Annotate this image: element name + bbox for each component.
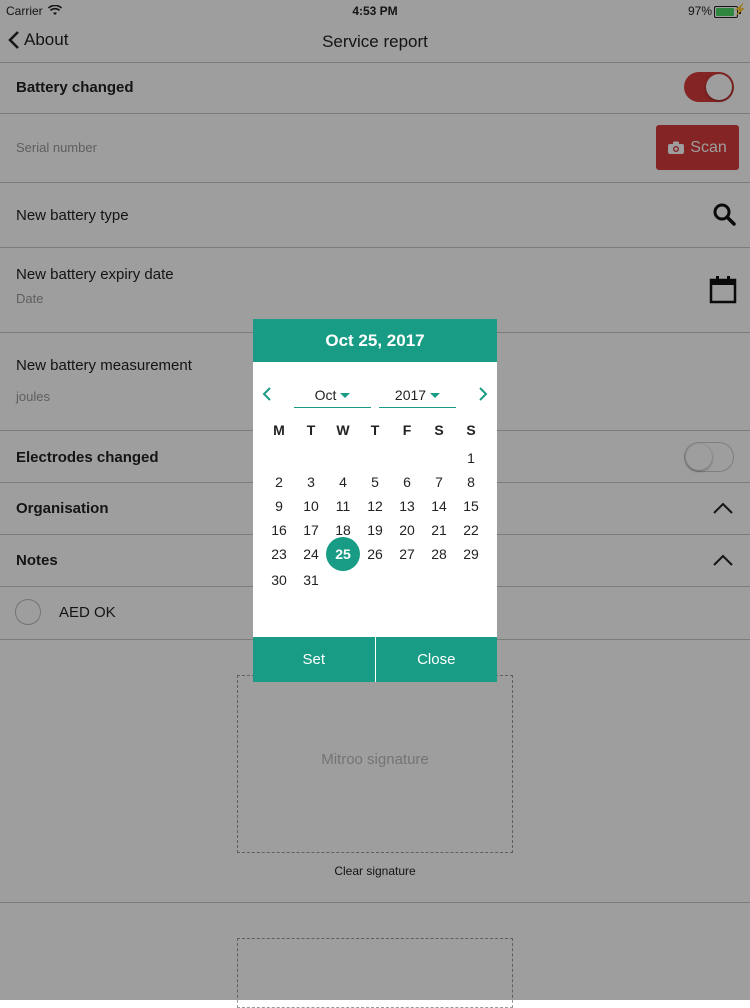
calendar-day[interactable]: 24 [295, 546, 327, 562]
calendar-day[interactable]: 14 [423, 498, 455, 514]
caret-down-icon [430, 392, 441, 398]
calendar-day[interactable]: 1 [455, 450, 487, 466]
set-button[interactable]: Set [253, 637, 375, 682]
weekday-header: W [336, 422, 350, 438]
month-select[interactable]: Oct [294, 383, 371, 408]
calendar-day[interactable]: 15 [455, 498, 487, 514]
calendar-day[interactable]: 4 [327, 474, 359, 490]
weekday-header: T [370, 422, 380, 438]
year-select[interactable]: 2017 [379, 383, 456, 408]
date-picker-dialog: Oct 25, 2017 Oct 2017 M T W T F S S 1 2 3 4 5 6 7 8 9 10… [253, 319, 497, 682]
weekday-header: S [434, 422, 444, 438]
year-value: 2017 [394, 387, 427, 403]
weekday-header: F [402, 422, 412, 438]
calendar-day[interactable]: 20 [391, 522, 423, 538]
calendar-day[interactable]: 9 [263, 498, 295, 514]
calendar-day[interactable]: 17 [295, 522, 327, 538]
weekday-header: T [306, 422, 316, 438]
month-value: Oct [314, 387, 337, 403]
calendar-day[interactable]: 29 [455, 546, 487, 562]
calendar-day[interactable]: 23 [263, 546, 295, 562]
calendar-day[interactable]: 30 [263, 572, 295, 588]
weekday-header: M [273, 422, 285, 438]
weekday-header: S [466, 422, 476, 438]
calendar-day[interactable]: 19 [359, 522, 391, 538]
calendar-day[interactable]: 22 [455, 522, 487, 538]
calendar-day[interactable]: 18 [327, 522, 359, 538]
dialog-button-bar: Set Close [253, 637, 497, 682]
date-picker-header: Oct 25, 2017 [253, 319, 497, 362]
calendar-day[interactable]: 6 [391, 474, 423, 490]
calendar-day[interactable]: 26 [359, 546, 391, 562]
calendar-day[interactable]: 27 [391, 546, 423, 562]
selected-day[interactable]: 25 [327, 546, 359, 562]
calendar-day[interactable]: 5 [359, 474, 391, 490]
calendar-day[interactable]: 16 [263, 522, 295, 538]
calendar-day[interactable]: 13 [391, 498, 423, 514]
calendar-day[interactable]: 8 [455, 474, 487, 490]
chevron-right-icon[interactable] [478, 387, 488, 401]
calendar-day[interactable]: 3 [295, 474, 327, 490]
calendar-day[interactable]: 7 [423, 474, 455, 490]
chevron-left-icon[interactable] [262, 387, 272, 401]
calendar-day[interactable]: 12 [359, 498, 391, 514]
calendar-day[interactable]: 11 [327, 498, 359, 514]
calendar-day[interactable]: 28 [423, 546, 455, 562]
calendar-day[interactable]: 10 [295, 498, 327, 514]
calendar-day[interactable]: 2 [263, 474, 295, 490]
calendar-day[interactable]: 21 [423, 522, 455, 538]
close-button[interactable]: Close [375, 637, 497, 682]
caret-down-icon [340, 392, 351, 398]
calendar-day[interactable]: 31 [295, 572, 327, 588]
